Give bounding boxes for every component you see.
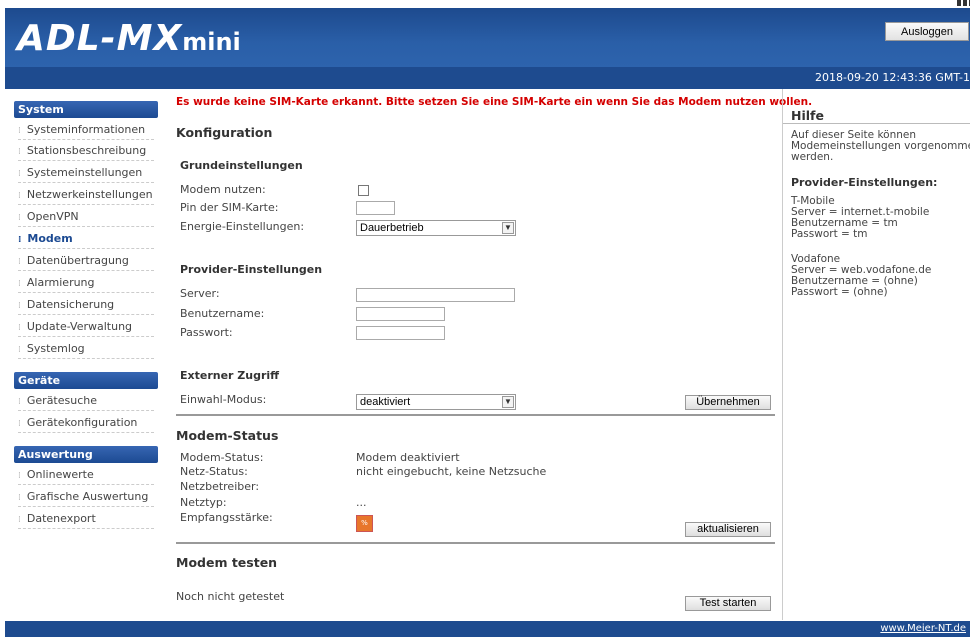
password-label: Passwort: [180, 326, 233, 339]
use-modem-label: Modem nutzen: [180, 183, 266, 196]
sidebar-item-datensicherung[interactable]: ⁞ Datensicherung [18, 294, 154, 315]
net-status-value: nicht eingebucht, keine Netzsuche [356, 465, 547, 478]
sidebar-item-datenexport[interactable]: ⁞ Datenexport [18, 508, 154, 529]
refresh-button[interactable]: aktualisieren [685, 522, 771, 537]
sidebar-item-onlinewerte[interactable]: ⁞ Onlinewerte [18, 464, 154, 485]
operator-label: Netzbetreiber: [180, 480, 260, 493]
nettype-label: Netztyp: [180, 496, 227, 509]
help-tmobile: T-Mobile Server = internet.t-mobile Benu… [791, 195, 930, 240]
start-test-button[interactable]: Test starten [685, 596, 771, 611]
sidebar-item-netzwerkeinstellungen[interactable]: ⁞ Netzwerkeinstellungen [18, 184, 154, 205]
footer: www.Meier-NT.de [5, 621, 970, 637]
server-input[interactable] [356, 288, 515, 302]
divider [176, 542, 775, 544]
use-modem-checkbox[interactable] [358, 185, 369, 196]
section-header-geraete: Geräte [14, 372, 158, 389]
external-access-title: Externer Zugriff [180, 369, 280, 382]
username-input[interactable] [356, 307, 445, 321]
config-title: Konfiguration [176, 125, 273, 140]
sidebar-item-stationsbeschreibung[interactable]: ⁞ Stationsbeschreibung [18, 140, 154, 161]
sidebar-item-openvpn[interactable]: ⁞ OpenVPN [18, 206, 154, 227]
modem-test-title: Modem testen [176, 555, 278, 570]
sidebar-item-alarmierung[interactable]: ⁞ Alarmierung [18, 272, 154, 293]
sim-warning: Es wurde keine SIM-Karte erkannt. Bitte … [176, 96, 813, 108]
server-label: Server: [180, 287, 220, 300]
help-intro: Auf dieser Seite können Modemeinstellung… [791, 129, 970, 163]
help-title-underline [783, 123, 970, 124]
help-divider [782, 89, 783, 620]
sim-pin-label: Pin der SIM-Karte: [180, 201, 279, 214]
energy-label: Energie-Einstellungen: [180, 220, 305, 233]
logo: ADL-MXmini [17, 18, 241, 59]
username-label: Benutzername: [180, 307, 265, 320]
corner-decoration [957, 0, 970, 6]
sim-pin-input[interactable] [356, 201, 395, 215]
modem-status-title: Modem-Status [176, 428, 279, 443]
chevron-down-icon: ▼ [502, 222, 514, 234]
dialin-mode-select[interactable]: deaktiviert ▼ [356, 394, 516, 410]
energy-select[interactable]: Dauerbetrieb ▼ [356, 220, 516, 236]
footer-link[interactable]: www.Meier-NT.de [880, 623, 966, 634]
test-result: Noch nicht getestet [176, 590, 285, 603]
sidebar-item-systemlog[interactable]: ⁞ Systemlog [18, 338, 154, 359]
signal-strength-label: Empfangsstärke: [180, 511, 273, 524]
header-banner: ADL-MXmini Ausloggen [5, 8, 970, 67]
nettype-value: ... [356, 496, 367, 509]
net-status-label: Netz-Status: [180, 465, 248, 478]
sidebar-item-update-verwaltung[interactable]: ⁞ Update-Verwaltung [18, 316, 154, 337]
sidebar-item-systeminformationen[interactable]: ⁞ Systeminformationen [18, 119, 154, 140]
sidebar-item-modem[interactable]: ⁞ Modem [18, 228, 154, 249]
section-header-system: System [14, 101, 158, 118]
datetime: 2018-09-20 12:43:36 GMT-1 [814, 71, 970, 84]
password-input[interactable] [356, 326, 445, 340]
basic-settings-title: Grundeinstellungen [180, 159, 303, 172]
logout-button[interactable]: Ausloggen [885, 22, 969, 41]
dialin-mode-label: Einwahl-Modus: [180, 393, 267, 406]
sidebar-item-datenuebertragung[interactable]: ⁞ Datenübertragung [18, 250, 154, 271]
sidebar-item-grafische-auswertung[interactable]: ⁞ Grafische Auswertung [18, 486, 154, 507]
apply-button[interactable]: Übernehmen [685, 395, 771, 410]
provider-settings-title: Provider-Einstellungen [180, 263, 323, 276]
sidebar-item-systemeinstellungen[interactable]: ⁞ Systemeinstellungen [18, 162, 154, 183]
signal-strength-indicator: % [356, 515, 373, 532]
chevron-down-icon: ▼ [502, 396, 514, 408]
divider [176, 414, 775, 416]
help-provider-title: Provider-Einstellungen: [791, 176, 938, 189]
sidebar-item-geraetekonfiguration[interactable]: ⁞ Gerätekonfiguration [18, 412, 154, 433]
modem-status-label: Modem-Status: [180, 451, 264, 464]
sidebar-item-geraetesuche[interactable]: ⁞ Gerätesuche [18, 390, 154, 411]
modem-status-value: Modem deaktiviert [356, 451, 460, 464]
help-title: Hilfe [791, 108, 824, 123]
section-header-auswertung: Auswertung [14, 446, 158, 463]
date-bar: 2018-09-20 12:43:36 GMT-1 [5, 67, 970, 89]
help-vodafone: Vodafone Server = web.vodafone.de Benutz… [791, 253, 932, 298]
